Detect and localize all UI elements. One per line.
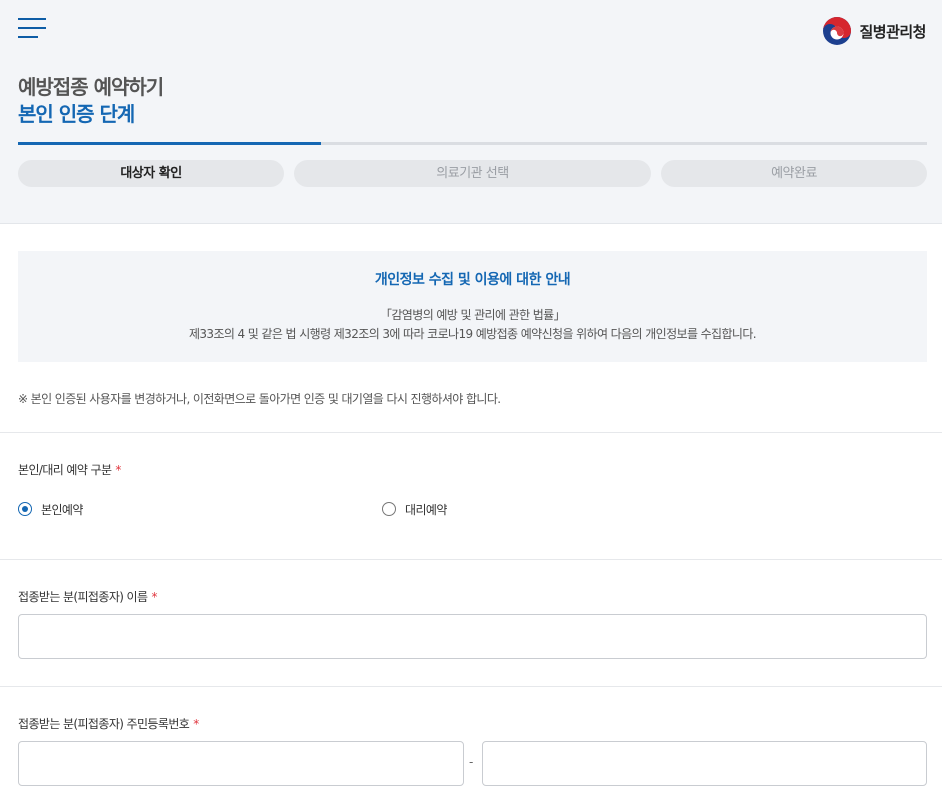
name-input[interactable]: [18, 614, 927, 659]
step-select-clinic: 의료기관 선택: [294, 160, 651, 187]
notice-description: 제33조의 4 및 같은 법 시행령 제32조의 3에 따라 코로나19 예방접…: [188, 327, 757, 341]
page-header: 질병관리청 예방접종 예약하기 본인 인증 단계 대상자 확인 의료기관 선택 …: [0, 0, 942, 224]
required-mark: *: [115, 463, 121, 477]
step-indicator: 대상자 확인 의료기관 선택 예약완료: [18, 160, 927, 187]
rrn-field-label: 접종받는 분(피접종자) 주민등록번호 *: [18, 715, 199, 732]
radio-button-unchecked[interactable]: [382, 502, 396, 516]
menu-line: [18, 18, 46, 20]
logo-text: 질병관리청: [859, 22, 926, 41]
radio-self-reservation[interactable]: 본인예약: [18, 501, 83, 517]
rrn-front-input[interactable]: [18, 741, 464, 786]
radio-proxy-reservation[interactable]: 대리예약: [382, 501, 447, 517]
section-divider: [0, 686, 942, 687]
rrn-field-label-text: 접종받는 분(피접종자) 주민등록번호: [18, 717, 190, 731]
name-field-label: 접종받는 분(피접종자) 이름 *: [18, 588, 157, 605]
rrn-back-input[interactable]: [482, 741, 927, 786]
section-divider: [0, 559, 942, 560]
menu-line: [18, 27, 46, 29]
reservation-type-label-text: 본인/대리 예약 구분: [18, 463, 112, 477]
notice-law-name: 「감염병의 예방 및 관리에 관한 법률」: [379, 308, 566, 322]
privacy-notice-box: 개인정보 수집 및 이용에 대한 안내 「감염병의 예방 및 관리에 관한 법률…: [18, 251, 927, 362]
hamburger-menu-icon[interactable]: [18, 18, 46, 38]
reservation-type-label: 본인/대리 예약 구분 *: [18, 461, 121, 478]
radio-label[interactable]: 대리예약: [405, 501, 447, 518]
step-complete: 예약완료: [661, 160, 927, 187]
step-target-confirm: 대상자 확인: [18, 160, 284, 187]
rrn-separator: -: [469, 755, 474, 769]
taegeuk-emblem-icon: [823, 17, 852, 45]
auth-warning-text: ※ 본인 인증된 사용자를 변경하거나, 이전화면으로 돌아가면 인증 및 대기…: [18, 392, 501, 406]
progress-fill: [18, 142, 321, 145]
required-mark: *: [151, 590, 157, 604]
section-divider: [0, 432, 942, 433]
name-field-label-text: 접종받는 분(피접종자) 이름: [18, 590, 148, 604]
required-mark: *: [193, 717, 199, 731]
kdca-logo[interactable]: 질병관리청: [822, 16, 926, 46]
menu-line: [18, 36, 38, 38]
radio-label[interactable]: 본인예약: [41, 501, 83, 518]
progress-bar: [18, 142, 927, 145]
radio-button-checked[interactable]: [18, 502, 32, 516]
page-subtitle: 본인 인증 단계: [18, 102, 135, 126]
notice-title: 개인정보 수집 및 이용에 대한 안내: [374, 272, 571, 288]
page-title: 예방접종 예약하기: [18, 75, 164, 99]
